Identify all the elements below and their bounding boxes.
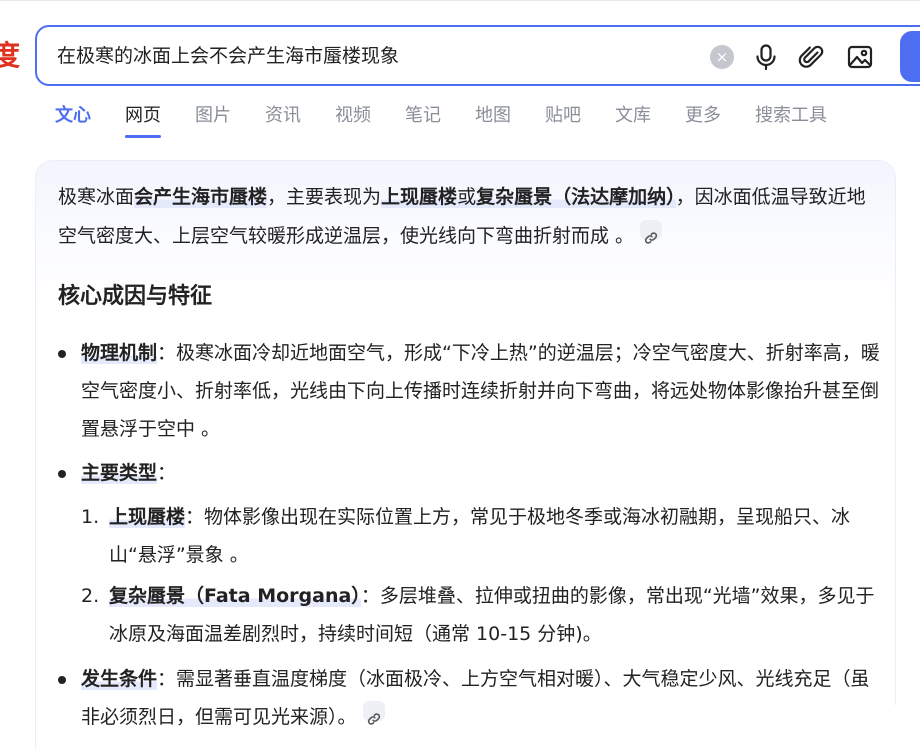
term-types: 主要类型 [81, 462, 158, 484]
source-link-icon[interactable] [640, 220, 663, 244]
tab-tieba[interactable]: 贴吧 [545, 104, 581, 132]
term-conditions: 发生条件 [81, 668, 158, 690]
intro-key-phrase: 会产生海市蜃楼 [134, 186, 268, 208]
types-text: ： [157, 462, 177, 484]
answer-intro: 极寒冰面会产生海市蜃楼，主要表现为上现蜃楼或复杂蜃景（法达摩加纳），因冰面低温导… [58, 178, 878, 256]
bullet-dot [58, 470, 66, 478]
superior-mirage-text: ：物体影像出现在实际位置上方，常见于极地冬季或海冰初融期，呈现船只、冰山“悬浮”… [109, 506, 851, 566]
bullet-dot [58, 350, 66, 358]
term-fata-morgana: 复杂蜃景（Fata Morgana） [109, 585, 361, 607]
tab-wenku[interactable]: 文库 [615, 104, 651, 132]
source-link-icon[interactable] [362, 701, 385, 725]
intro-text: 极寒冰面 [58, 186, 135, 208]
intro-key-phrase: 上现蜃楼 [381, 186, 458, 208]
intro-text: 或 [457, 186, 477, 208]
list-number: 2. [81, 585, 100, 607]
list-number: 1. [81, 506, 100, 528]
search-results-page: 度 在极寒的冰面上会不会产生海市蜃楼现象 × 文心 网页 图片 资讯 视频 笔记… [0, 0, 920, 749]
tab-web[interactable]: 网页 [125, 104, 161, 138]
bullet-dot [58, 676, 66, 684]
list-item-mechanism: 物理机制：极寒冰面冷却近地面空气，形成“下冷上热”的逆温层；冷空气密度大、折射率… [81, 334, 881, 448]
tab-notes[interactable]: 笔记 [405, 104, 441, 132]
ai-answer-card: 极寒冰面会产生海市蜃楼，主要表现为上现蜃楼或复杂蜃景（法达摩加纳），因冰面低温导… [35, 160, 896, 749]
tab-news[interactable]: 资讯 [265, 104, 301, 132]
search-bar[interactable]: 在极寒的冰面上会不会产生海市蜃楼现象 × [35, 25, 920, 86]
tab-maps[interactable]: 地图 [475, 104, 511, 132]
list-item-types: 主要类型： [81, 454, 881, 492]
sub-item-superior-mirage: 上现蜃楼：物体影像出现在实际位置上方，常见于极地冬季或海冰初融期，呈现船只、冰山… [109, 498, 879, 574]
section-heading: 核心成因与特征 [58, 284, 213, 309]
intro-key-phrase: 复杂蜃景（法达摩加纳） [476, 186, 676, 208]
term-superior-mirage: 上现蜃楼 [109, 506, 186, 528]
tab-images[interactable]: 图片 [195, 104, 231, 132]
tab-more[interactable]: 更多 [685, 104, 721, 132]
baidu-logo[interactable]: 度 [0, 36, 20, 76]
tab-wenxin[interactable]: 文心 [55, 104, 91, 132]
mechanism-text: ：极寒冰面冷却近地面空气，形成“下冷上热”的逆温层；冷空气密度大、折射率高，暖空… [81, 342, 880, 440]
search-tabs: 文心 网页 图片 资讯 视频 笔记 地图 贴吧 文库 更多 搜索工具 [55, 104, 861, 138]
microphone-icon[interactable] [751, 42, 781, 72]
search-input[interactable]: 在极寒的冰面上会不会产生海市蜃楼现象 [57, 42, 399, 70]
clear-icon[interactable]: × [710, 45, 734, 69]
tab-videos[interactable]: 视频 [335, 104, 371, 132]
search-button[interactable] [900, 31, 920, 82]
top-divider [0, 0, 920, 1]
attachment-icon[interactable] [797, 42, 827, 72]
intro-text: ，主要表现为 [267, 186, 382, 208]
sub-item-fata-morgana: 复杂蜃景（Fata Morgana）：多层堆叠、拉伸或扭曲的影像，常出现“光墙”… [109, 577, 879, 653]
tab-search-tools[interactable]: 搜索工具 [755, 104, 827, 132]
image-search-icon[interactable] [845, 42, 875, 72]
term-mechanism: 物理机制 [81, 342, 158, 364]
bottom-fade-overlay [720, 705, 920, 749]
